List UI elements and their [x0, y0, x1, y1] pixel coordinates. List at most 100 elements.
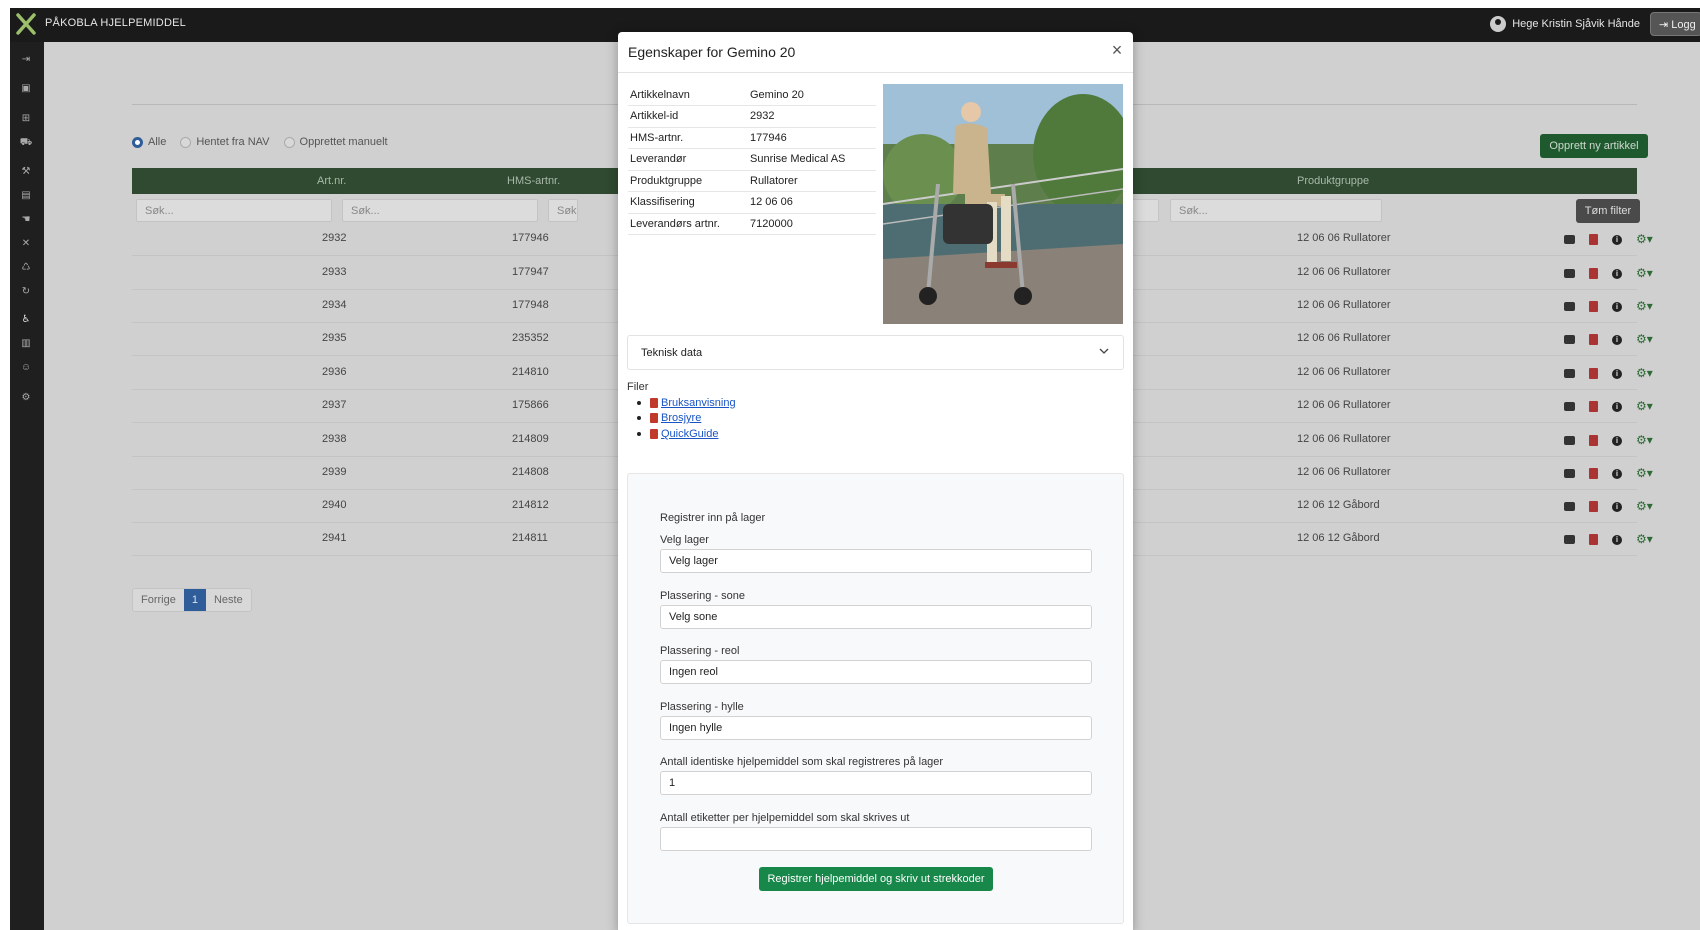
sidebar-hand-icon[interactable]: ☚ — [19, 214, 33, 226]
pagination: Forrige 1 Neste — [132, 588, 252, 612]
info-icon[interactable]: i — [1612, 268, 1622, 279]
info-icon[interactable]: i — [1612, 435, 1622, 446]
sidebar-cart-icon[interactable]: ⊞ — [19, 113, 33, 125]
sidebar-truck-icon[interactable]: ⛟ — [19, 137, 33, 149]
row-actions: i ⚙▾ — [1564, 500, 1653, 512]
image-icon[interactable] — [1564, 335, 1575, 344]
radio-nav[interactable]: Hentet fra NAV — [180, 136, 270, 148]
info-icon[interactable]: i — [1612, 501, 1622, 512]
field-label: Velg lager — [660, 534, 709, 546]
info-icon[interactable]: i — [1612, 334, 1622, 345]
logout-button[interactable]: ⇥ Logg — [1650, 12, 1700, 36]
sidebar-user-icon[interactable]: ☺ — [19, 362, 33, 374]
user-menu[interactable]: Hege Kristin Sjåvik Hånde — [1490, 16, 1640, 32]
pdf-icon[interactable] — [1589, 234, 1598, 245]
sidebar-settings-icon[interactable]: ⚙ — [19, 392, 33, 404]
info-icon[interactable]: i — [1612, 401, 1622, 412]
radio-manual[interactable]: Opprettet manuelt — [283, 136, 388, 148]
pdf-icon[interactable] — [1589, 468, 1598, 479]
sidebar-wheelchair-icon[interactable]: ♿ — [19, 314, 33, 326]
image-icon[interactable] — [1564, 302, 1575, 311]
pdf-file-icon — [650, 428, 658, 439]
gear-icon[interactable]: ⚙▾ — [1636, 434, 1653, 446]
file-link[interactable]: QuickGuide — [661, 428, 718, 440]
image-icon[interactable] — [1564, 402, 1575, 411]
gear-icon[interactable]: ⚙▾ — [1636, 300, 1653, 312]
gear-icon[interactable]: ⚙▾ — [1636, 233, 1653, 245]
pdf-icon[interactable] — [1589, 501, 1598, 512]
register-print-button[interactable]: Registrer hjelpemiddel og skriv ut strek… — [759, 867, 993, 891]
gear-icon[interactable]: ⚙▾ — [1636, 467, 1653, 479]
sidebar-tools-icon[interactable]: ⚒ — [19, 166, 33, 178]
sidebar-warehouse-icon[interactable]: ▤ — [19, 190, 33, 202]
filter-name[interactable]: Søk — [548, 199, 578, 222]
cell-art-nr: 2934 — [322, 299, 347, 311]
info-icon[interactable]: i — [1612, 301, 1622, 312]
sidebar-recycle-icon[interactable]: ♺ — [19, 262, 33, 274]
col-header-hms[interactable]: HMS-artnr. — [507, 175, 560, 187]
current-page[interactable]: 1 — [183, 589, 206, 611]
gear-icon[interactable]: ⚙▾ — [1636, 400, 1653, 412]
sidebar-barcode-icon[interactable]: ▥ — [19, 338, 33, 350]
pdf-icon[interactable] — [1589, 534, 1598, 545]
field-input[interactable]: Ingen reol — [660, 660, 1092, 684]
col-header-art-nr[interactable]: Art.nr. — [317, 175, 346, 187]
radio-alle[interactable]: Alle — [132, 136, 166, 148]
next-page-button[interactable]: Neste — [205, 589, 251, 611]
field-input[interactable]: 1 — [660, 771, 1092, 795]
new-article-button[interactable]: Opprett ny artikkel — [1540, 134, 1648, 158]
close-icon[interactable]: × — [1109, 41, 1125, 59]
filter-art-nr[interactable]: Søk... — [136, 199, 332, 222]
pdf-icon[interactable] — [1589, 368, 1598, 379]
gear-icon[interactable]: ⚙▾ — [1636, 267, 1653, 279]
cell-hms: 214812 — [512, 499, 549, 511]
pdf-icon[interactable] — [1589, 401, 1598, 412]
gear-icon[interactable]: ⚙▾ — [1636, 500, 1653, 512]
info-icon[interactable]: i — [1612, 534, 1622, 545]
image-icon[interactable] — [1564, 502, 1575, 511]
sidebar-calendar-icon[interactable]: ▣ — [19, 83, 33, 95]
files-list: Bruksanvisning Brosjyre QuickGuide — [637, 395, 736, 442]
filter-hms[interactable]: Søk... — [342, 199, 538, 222]
pdf-icon[interactable] — [1589, 334, 1598, 345]
app-logo — [16, 13, 36, 35]
gear-icon[interactable]: ⚙▾ — [1636, 367, 1653, 379]
file-link[interactable]: Brosjyre — [661, 412, 701, 424]
image-icon[interactable] — [1564, 535, 1575, 544]
info-icon[interactable]: i — [1612, 468, 1622, 479]
info-icon[interactable]: i — [1612, 234, 1622, 245]
image-icon[interactable] — [1564, 269, 1575, 278]
app-frame: PÅKOBLA HJELPEMIDDEL Hege Kristin Sjåvik… — [10, 8, 1700, 930]
col-header-group[interactable]: Produktgruppe — [1297, 175, 1369, 187]
gear-icon[interactable]: ⚙▾ — [1636, 333, 1653, 345]
row-actions: i ⚙▾ — [1564, 300, 1653, 312]
field-input[interactable]: Ingen hylle — [660, 716, 1092, 740]
clear-filter-button[interactable]: Tøm filter — [1576, 199, 1640, 223]
image-icon[interactable] — [1564, 436, 1575, 445]
file-link[interactable]: Bruksanvisning — [661, 397, 736, 409]
image-icon[interactable] — [1564, 235, 1575, 244]
sidebar-wrench-icon[interactable]: ✕ — [19, 238, 33, 250]
field-input[interactable]: Velg sone — [660, 605, 1092, 629]
sidebar-login-icon[interactable]: ⇥ — [19, 54, 33, 66]
info-icon[interactable]: i — [1612, 368, 1622, 379]
image-icon[interactable] — [1564, 469, 1575, 478]
property-row: Klassifisering 12 06 06 — [628, 191, 876, 214]
technical-data-accordion[interactable]: Teknisk data — [627, 335, 1124, 370]
cell-hms: 214808 — [512, 466, 549, 478]
pdf-icon[interactable] — [1589, 268, 1598, 279]
field-input[interactable]: Velg lager — [660, 549, 1092, 573]
cell-art-nr: 2936 — [322, 366, 347, 378]
radio-dot — [132, 136, 143, 148]
image-icon[interactable] — [1564, 369, 1575, 378]
row-actions: i ⚙▾ — [1564, 533, 1653, 545]
prev-page-button[interactable]: Forrige — [133, 589, 184, 611]
filter-group[interactable]: Søk... — [1170, 199, 1382, 222]
field-input[interactable] — [660, 827, 1092, 851]
sidebar-transfer-icon[interactable]: ↻ — [19, 286, 33, 298]
property-key: Klassifisering — [628, 191, 748, 214]
pdf-icon[interactable] — [1589, 435, 1598, 446]
gear-icon[interactable]: ⚙▾ — [1636, 533, 1653, 545]
row-actions: i ⚙▾ — [1564, 367, 1653, 379]
pdf-icon[interactable] — [1589, 301, 1598, 312]
